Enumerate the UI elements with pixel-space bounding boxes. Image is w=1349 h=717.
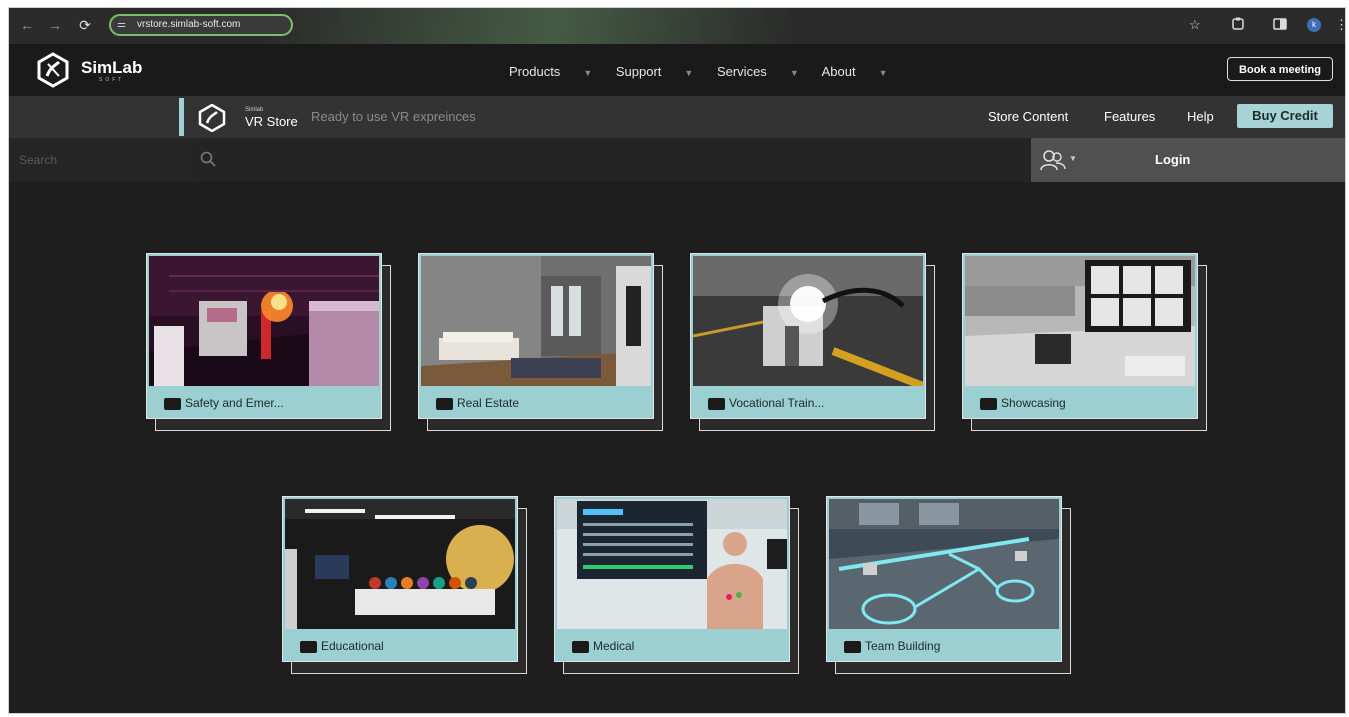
- features-link[interactable]: Features: [1104, 109, 1155, 124]
- chevron-down-icon: ▼: [684, 68, 694, 78]
- camera-icon: [572, 641, 589, 653]
- back-icon[interactable]: ←: [19, 17, 35, 33]
- book-meeting-button[interactable]: Book a meeting: [1227, 57, 1333, 81]
- nav-support-label: Support: [615, 64, 662, 79]
- chevron-down-icon: ▼: [583, 68, 593, 78]
- card-caption: Team Building: [827, 629, 1061, 661]
- chevron-down-icon[interactable]: ▼: [1069, 154, 1077, 163]
- search-bar-area: [195, 138, 1031, 182]
- profile-avatar[interactable]: k: [1307, 18, 1321, 32]
- category-card-vocational[interactable]: Vocational Train...: [690, 253, 935, 431]
- vr-store-logo-icon[interactable]: [197, 104, 227, 132]
- category-card-educational[interactable]: Educational: [282, 496, 527, 674]
- card-front: Team Building: [826, 496, 1062, 662]
- sidepanel-icon[interactable]: [1273, 17, 1287, 35]
- card-label: Safety and Emer...: [185, 396, 284, 410]
- search-row: ▼ Login: [9, 138, 1345, 182]
- puzzle-icon[interactable]: [1231, 17, 1245, 35]
- educational-scene-image: [285, 499, 515, 629]
- card-front: Safety and Emer...: [146, 253, 382, 419]
- search-input[interactable]: [9, 138, 195, 182]
- simlab-logo-icon[interactable]: [33, 52, 73, 88]
- store-tagline: Ready to use VR expreinces: [311, 109, 476, 124]
- nav-about[interactable]: About ▼: [822, 64, 888, 79]
- category-card-showcasing[interactable]: Showcasing: [962, 253, 1207, 431]
- card-label: Educational: [321, 639, 384, 653]
- address-url: vrstore.simlab-soft.com: [137, 19, 241, 30]
- tune-icon[interactable]: ⚌: [117, 19, 126, 30]
- real-estate-scene-image: [421, 256, 651, 386]
- vocational-scene-image: [693, 256, 923, 386]
- card-label: Vocational Train...: [729, 396, 825, 410]
- nav-support[interactable]: Support ▼: [616, 64, 693, 79]
- login-button[interactable]: Login: [1155, 152, 1190, 167]
- search-icon[interactable]: [199, 150, 217, 168]
- category-card-team-building[interactable]: Team Building: [826, 496, 1071, 674]
- camera-icon: [708, 398, 725, 410]
- card-label: Showcasing: [1001, 396, 1066, 410]
- medical-scene-image: [557, 499, 787, 629]
- toolbar-glow: [269, 8, 789, 44]
- users-icon[interactable]: [1039, 148, 1067, 172]
- card-front: Showcasing: [962, 253, 1198, 419]
- help-link[interactable]: Help: [1187, 109, 1214, 124]
- nav-services-label: Services: [716, 64, 767, 79]
- card-caption: Real Estate: [419, 386, 653, 418]
- nav-about-label: About: [821, 64, 856, 79]
- category-card-safety[interactable]: Safety and Emer...: [146, 253, 391, 431]
- card-caption: Vocational Train...: [691, 386, 925, 418]
- browser-toolbar: ← → ⟳ ⚌ vrstore.simlab-soft.com ☆ k ⋮: [9, 8, 1345, 44]
- chevron-down-icon: ▼: [878, 68, 888, 78]
- browser-window: ← → ⟳ ⚌ vrstore.simlab-soft.com ☆ k ⋮ Si…: [8, 7, 1346, 714]
- showcasing-scene-image: [965, 256, 1195, 386]
- store-header: Simlab VR Store Ready to use VR expreinc…: [9, 96, 1345, 138]
- kebab-icon[interactable]: ⋮: [1335, 17, 1345, 33]
- divider: [179, 98, 184, 136]
- card-front: Vocational Train...: [690, 253, 926, 419]
- brand-name: SimLab: [81, 58, 143, 77]
- brand-sub: SOFT: [99, 77, 125, 83]
- vr-store-brand-small: Simlab: [245, 107, 264, 113]
- camera-icon: [164, 398, 181, 410]
- camera-icon: [300, 641, 317, 653]
- card-front: Educational: [282, 496, 518, 662]
- nav-products[interactable]: Products ▼: [509, 64, 592, 79]
- card-label: Medical: [593, 639, 635, 653]
- store-content-link[interactable]: Store Content: [988, 109, 1068, 124]
- card-caption: Educational: [283, 629, 517, 661]
- team-building-scene-image: [829, 499, 1059, 629]
- star-icon[interactable]: ☆: [1189, 17, 1201, 33]
- card-caption: Safety and Emer...: [147, 386, 381, 418]
- buy-credit-button[interactable]: Buy Credit: [1237, 104, 1333, 128]
- camera-icon: [844, 641, 861, 653]
- top-nav: Products ▼ Support ▼ Services ▼ About ▼: [509, 64, 908, 79]
- site-header: SimLab SOFT Products ▼ Support ▼ Services ▼…: [9, 44, 1345, 96]
- category-card-medical[interactable]: Medical: [554, 496, 799, 674]
- address-bar[interactable]: ⚌ vrstore.simlab-soft.com: [109, 14, 293, 36]
- card-label: Team Building: [865, 639, 941, 653]
- category-card-real-estate[interactable]: Real Estate: [418, 253, 663, 431]
- nav-products-label: Products: [509, 64, 561, 79]
- forward-icon[interactable]: →: [47, 17, 63, 33]
- card-caption: Medical: [555, 629, 789, 661]
- camera-icon: [436, 398, 453, 410]
- camera-icon: [980, 398, 997, 410]
- card-front: Real Estate: [418, 253, 654, 419]
- card-caption: Showcasing: [963, 386, 1197, 418]
- safety-scene-image: [149, 256, 379, 386]
- card-front: Medical: [554, 496, 790, 662]
- reload-icon[interactable]: ⟳: [77, 17, 93, 33]
- chevron-down-icon: ▼: [789, 68, 799, 78]
- vr-store-name: VR Store: [245, 114, 298, 129]
- card-label: Real Estate: [457, 396, 520, 410]
- nav-services[interactable]: Services ▼: [717, 64, 799, 79]
